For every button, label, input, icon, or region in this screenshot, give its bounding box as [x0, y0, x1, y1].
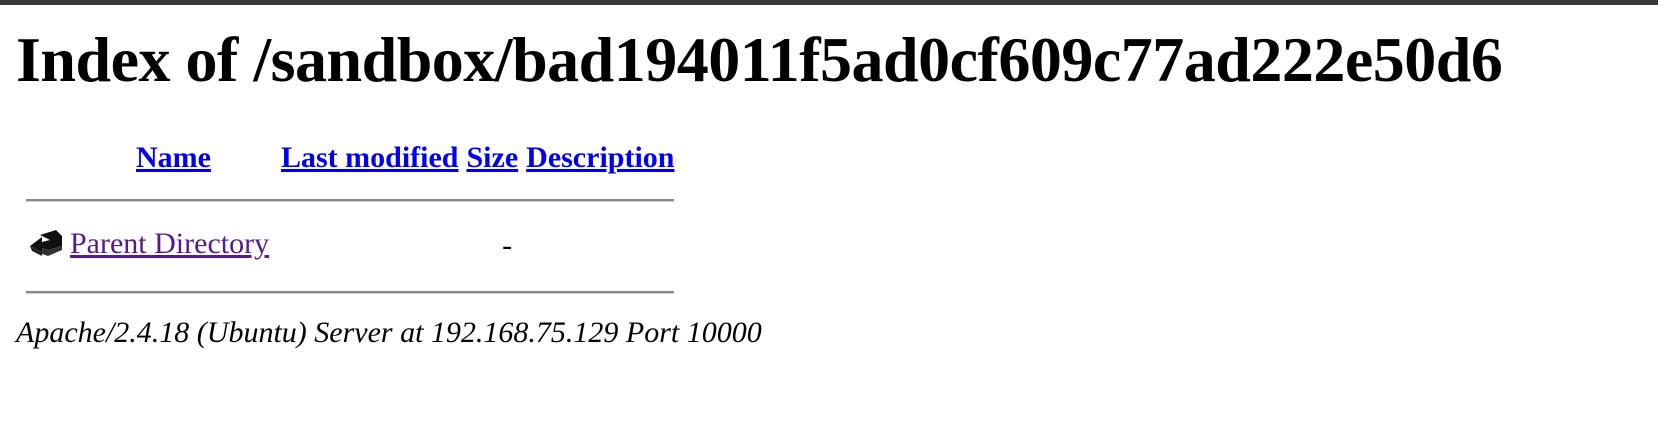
- description-cell: [526, 220, 674, 272]
- last-modified-cell: [281, 220, 459, 272]
- footer-divider: [26, 290, 675, 294]
- column-header-description: Description: [526, 136, 674, 180]
- page-title: Index of /sandbox/bad194011f5ad0cf609c77…: [16, 24, 1503, 95]
- top-border: [0, 0, 1658, 5]
- parent-directory-link[interactable]: Parent Directory: [70, 227, 269, 260]
- server-signature: Apache/2.4.18 (Ubuntu) Server at 192.168…: [16, 316, 762, 349]
- size-cell: -: [502, 229, 513, 262]
- column-header-last-modified: Last modified: [281, 136, 459, 180]
- sort-by-name-link[interactable]: Name: [136, 141, 211, 174]
- sort-by-size-link[interactable]: Size: [467, 141, 519, 174]
- back-arrow-icon: [26, 226, 66, 266]
- table-row: Parent Directory -: [26, 220, 674, 272]
- column-header-name: Name: [26, 136, 273, 180]
- sort-by-last-modified-link[interactable]: Last modified: [281, 141, 459, 174]
- header-divider: [26, 198, 675, 202]
- sort-by-description-link[interactable]: Description: [526, 141, 674, 174]
- name-cell: Parent Directory: [26, 220, 273, 272]
- column-header-size: Size: [467, 136, 519, 180]
- table-header-row: Name Last modified Size Description: [26, 136, 674, 180]
- footer-divider-row: [26, 274, 675, 310]
- header-divider-row: [26, 182, 675, 218]
- listing-table: Name Last modified Size Description Pare…: [18, 134, 682, 312]
